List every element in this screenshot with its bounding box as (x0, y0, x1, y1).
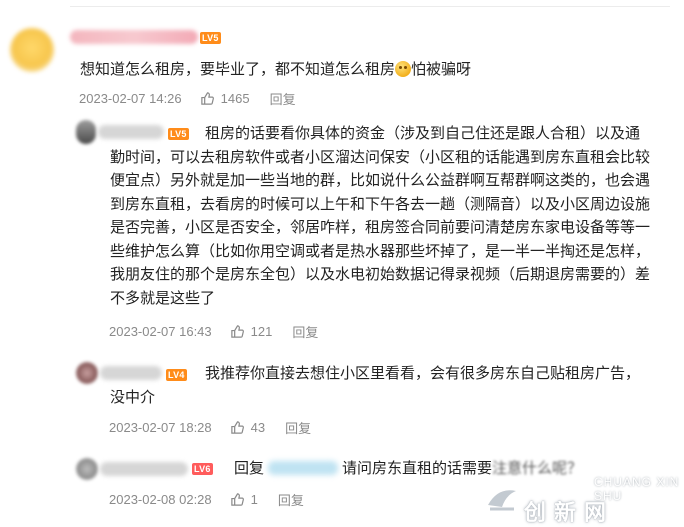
avatar[interactable] (76, 120, 96, 144)
watermark-logo-icon (480, 477, 524, 517)
timestamp: 2023-02-08 02:28 (109, 492, 212, 507)
reply-button[interactable]: 回复 (285, 418, 311, 437)
like-button[interactable]: 43 (230, 420, 265, 435)
avatar[interactable] (10, 28, 54, 72)
level-badge: LV5 (200, 32, 221, 44)
thumbs-up-icon (230, 421, 244, 434)
like-button[interactable]: 1 (230, 492, 258, 507)
reply-button[interactable]: 回复 (278, 490, 304, 509)
comment-meta: 2023-02-08 02:28 1 回复 (109, 490, 304, 509)
like-count: 43 (250, 420, 266, 435)
level-badge: LV6 (192, 463, 213, 475)
thumbs-up-icon (230, 325, 244, 338)
username[interactable] (70, 30, 198, 44)
watermark-text: 创新网 (524, 500, 615, 525)
avatar[interactable] (76, 362, 98, 384)
timestamp: 2023-02-07 18:28 (109, 420, 212, 435)
timestamp: 2023-02-07 14:26 (79, 91, 182, 106)
comment-text: 租房的话要看你具体的资金（涉及到自己住还是跟人合租）以及通勤时间，可以去租房软件… (110, 125, 651, 307)
thumbs-up-icon (230, 493, 244, 506)
comment-meta: 2023-02-07 18:28 43 回复 (109, 418, 311, 437)
like-count: 1 (250, 492, 258, 507)
like-button[interactable]: 121 (230, 324, 273, 339)
like-count: 1465 (220, 91, 250, 106)
comment-meta: 2023-02-07 16:43 121 回复 (109, 322, 318, 341)
thumbs-up-icon (200, 92, 214, 105)
comment-meta: 2023-02-07 14:26 1465 回复 (79, 89, 296, 108)
comment-text: 想知道怎么租房，要毕业了，都不知道怎么租房 怕被骗呀 (80, 61, 472, 78)
timestamp: 2023-02-07 16:43 (109, 324, 212, 339)
top-divider (70, 6, 670, 7)
like-count: 121 (250, 324, 273, 339)
comment-text: 我推荐你直接去想住小区里看看，会有很多房东自己贴租房广告，没中介 (110, 365, 641, 406)
comment-text: 回复 请问房东直租的话需要注意什么呢？ (234, 460, 583, 477)
avatar[interactable] (76, 458, 98, 480)
username[interactable] (100, 462, 188, 476)
like-button[interactable]: 1465 (200, 91, 250, 106)
reply-prefix: 回复 (234, 460, 265, 477)
mention-link[interactable] (268, 461, 339, 475)
crying-laugh-emoji-icon (395, 61, 412, 77)
reply-button[interactable]: 回复 (270, 89, 296, 108)
reply-button[interactable]: 回复 (292, 322, 318, 341)
